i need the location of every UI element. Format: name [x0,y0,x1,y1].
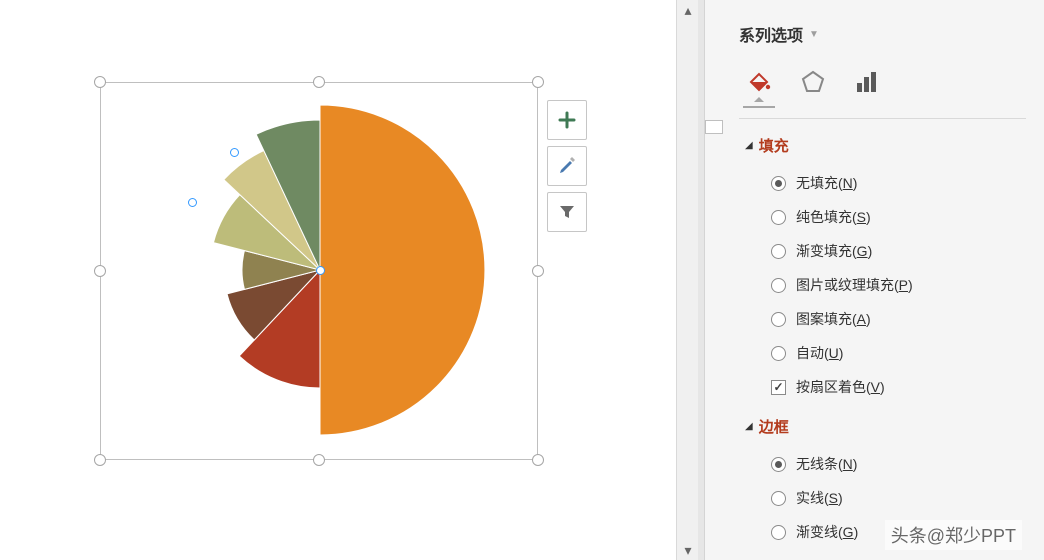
option-label: 按扇区着色(V) [796,377,885,397]
dropdown-icon: ▼ [809,29,819,40]
panel-title-row[interactable]: 系列选项 ▼ [739,0,1026,64]
fill-section-header[interactable]: ◢ 填充 [739,123,1026,166]
chart-filter-button[interactable] [547,192,587,232]
fill-option-pattern[interactable]: 图案填充(A) [771,302,1026,336]
pentagon-icon [800,69,826,95]
radio-icon [771,312,786,327]
panel-title: 系列选项 [739,22,803,46]
scroll-down-button[interactable]: ▾ [677,540,699,560]
funnel-icon [558,203,576,221]
data-point-handle-1[interactable] [230,148,239,157]
fill-option-solid[interactable]: 纯色填充(S) [771,200,1026,234]
panel-divider [739,118,1026,119]
resize-handle-tr[interactable] [532,76,544,88]
fill-option-vary[interactable]: 按扇区着色(V) [771,370,1026,404]
radio-icon [771,491,786,506]
chart-floating-toolbar [547,100,587,232]
effects-category[interactable] [795,64,831,100]
option-label: 渐变填充(G) [796,241,872,261]
checkbox-icon [771,380,786,395]
fill-option-auto[interactable]: 自动(U) [771,336,1026,370]
option-label: 无线条(N) [796,454,857,474]
radio-icon [771,457,786,472]
scroll-up-button[interactable]: ▴ [677,0,699,20]
border-section-header[interactable]: ◢ 边框 [739,404,1026,447]
fill-option-none[interactable]: 无填充(N) [771,166,1026,200]
plus-icon [558,111,576,129]
series-options-category[interactable] [849,64,885,100]
radio-icon [771,176,786,191]
collapse-icon: ◢ [745,140,753,151]
resize-handle-br[interactable] [532,454,544,466]
option-label: 无填充(N) [796,173,857,193]
resize-handle-tl[interactable] [94,76,106,88]
option-label: 纯色填充(S) [796,207,871,227]
option-label: 自动(U) [796,343,843,363]
paintbrush-icon [556,155,578,177]
radio-icon [771,210,786,225]
chart-canvas [0,0,676,560]
fill-section-label: 填充 [759,135,789,156]
resize-handle-tc[interactable] [313,76,325,88]
option-label: 图片或纹理填充(P) [796,275,913,295]
radio-icon [771,525,786,540]
border-option-none[interactable]: 无线条(N) [771,447,1026,481]
panel-category-icons [739,64,1026,110]
fill-option-picture[interactable]: 图片或纹理填充(P) [771,268,1026,302]
option-label: 渐变线(G) [796,522,858,542]
chart-elements-button[interactable] [547,100,587,140]
data-point-handle-2[interactable] [188,198,197,207]
bar-chart-icon [854,69,880,95]
vertical-scrollbar[interactable]: ▴ ▾ [676,0,698,560]
option-label: 图案填充(A) [796,309,871,329]
chart-styles-button[interactable] [547,146,587,186]
border-option-solid[interactable]: 实线(S) [771,481,1026,515]
fill-option-gradient[interactable]: 渐变填充(G) [771,234,1026,268]
radio-icon [771,346,786,361]
resize-handle-bc[interactable] [313,454,325,466]
panel-scroll-thumb[interactable] [705,120,723,134]
resize-handle-mr[interactable] [532,265,544,277]
resize-handle-ml[interactable] [94,265,106,277]
resize-handle-bl[interactable] [94,454,106,466]
radio-icon [771,278,786,293]
watermark-text: 头条@郑少PPT [885,520,1022,550]
data-point-handle-center[interactable] [316,266,325,275]
fill-line-category[interactable] [741,64,777,100]
fill-options: 无填充(N) 纯色填充(S) 渐变填充(G) 图片或纹理填充(P) 图案填充(A) 自动(… [739,166,1026,404]
border-section-label: 边框 [759,416,789,437]
radio-icon [771,244,786,259]
paint-bucket-icon [745,68,773,96]
format-data-series-panel: 系列选项 ▼ ◢ 填充 无填充(N)纯色填 [704,0,1044,560]
option-label: 实线(S) [796,488,843,508]
collapse-icon: ◢ [745,421,753,432]
